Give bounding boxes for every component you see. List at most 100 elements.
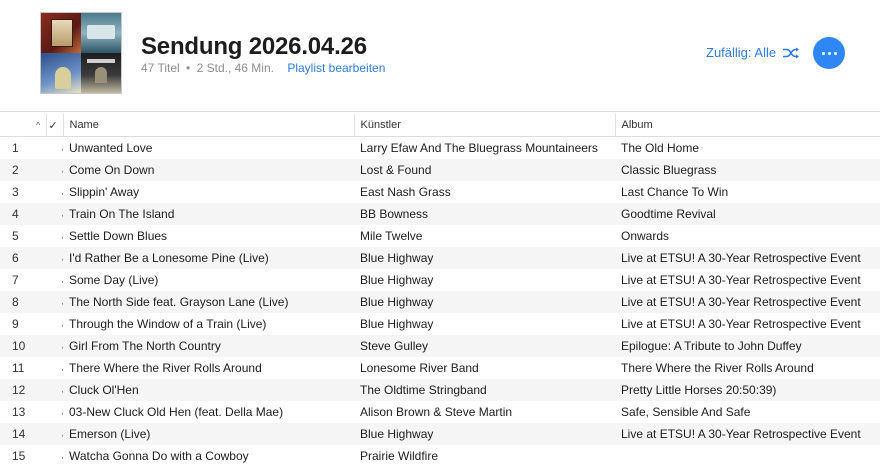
track-checkbox[interactable]: ✓ xyxy=(46,401,63,423)
artist-column-header[interactable]: Künstler xyxy=(354,114,616,137)
track-checkbox[interactable]: ✓ xyxy=(46,247,63,269)
table-row[interactable]: 6 ✓I'd Rather Be a Lonesome Pine (Live)Bl… xyxy=(0,247,880,269)
track-number: 11 xyxy=(12,361,25,375)
table-row[interactable]: 7 ✓ Some Day (Live) Blue Highway Live at ETS… xyxy=(0,269,880,291)
playlist-title: Sendung 2026.04.26 xyxy=(141,33,367,60)
track-artist: Alison Brown & Steve Martin xyxy=(360,405,513,419)
track-checkbox[interactable]: ✓ xyxy=(46,291,63,313)
header-divider xyxy=(0,111,880,112)
table-row[interactable]: 4 ✓Train On The IslandBB BownessGoodtime … xyxy=(0,203,880,225)
checked-column-header[interactable]: ✓ xyxy=(46,114,64,137)
track-artist: Blue Highway xyxy=(360,273,434,287)
track-checkbox[interactable]: ✓ xyxy=(46,137,63,160)
track-artist: Blue Highway xyxy=(354,423,615,445)
track-name: Through the Window of a Train (Live) xyxy=(69,317,267,331)
track-number: 1 xyxy=(12,141,19,155)
checkbox-checked-icon[interactable]: ✓ xyxy=(60,409,63,419)
checkbox-checked-icon[interactable]: ✓ xyxy=(60,321,63,331)
checkbox-checked-icon[interactable]: ✓ xyxy=(60,299,63,309)
track-name: Watcha Gonna Do with a Cowboy xyxy=(69,449,249,463)
track-album xyxy=(615,445,880,467)
checkbox-checked-icon[interactable]: ✓ xyxy=(60,343,63,353)
track-artist: BB Bowness xyxy=(354,203,615,225)
album-cover-1 xyxy=(41,13,81,53)
more-options-button[interactable] xyxy=(813,37,845,69)
table-row[interactable]: 14 ✓Emerson (Live)Blue HighwayLive at ETS… xyxy=(0,423,880,445)
shuffle-label: Zufällig: Alle xyxy=(706,45,777,60)
track-checkbox[interactable]: ✓ xyxy=(46,269,63,291)
table-row[interactable]: 11 ✓ There Where the River Rolls Around Lon… xyxy=(0,357,880,379)
table-row[interactable]: 13 ✓ 03-New Cluck Old Hen (feat. Della Mae… xyxy=(0,401,880,423)
table-row[interactable]: 12 ✓Cluck Ol'HenThe Oldtime StringbandPre… xyxy=(0,379,880,401)
track-number: 13 xyxy=(12,405,26,419)
track-album: Epilogue: A Tribute to John Duffey xyxy=(615,335,880,357)
track-number: 12 xyxy=(0,379,46,401)
track-album: Goodtime Revival xyxy=(615,203,880,225)
track-name: Emerson (Live) xyxy=(63,423,354,445)
album-cover-2 xyxy=(81,13,121,53)
track-album: Live at ETSU! A 30-Year Retrospective Ev… xyxy=(615,247,880,269)
track-name: The North Side feat. Grayson Lane (Live) xyxy=(63,291,354,313)
shuffle-all-button[interactable]: Zufällig: Alle xyxy=(706,45,800,60)
checkbox-checked-icon[interactable]: ✓ xyxy=(60,167,63,177)
track-album: Live at ETSU! A 30-Year Retrospective Ev… xyxy=(621,273,861,287)
table-row[interactable]: 8 ✓The North Side feat. Grayson Lane (Liv… xyxy=(0,291,880,313)
track-checkbox[interactable]: ✓ xyxy=(46,159,63,181)
name-column-header[interactable]: Name xyxy=(63,114,355,137)
info-separator: • xyxy=(186,61,191,75)
track-number: 5 xyxy=(12,229,19,243)
track-artist: Lonesome River Band xyxy=(360,361,479,375)
shuffle-icon xyxy=(782,47,800,59)
track-checkbox[interactable]: ✓ xyxy=(46,203,63,225)
track-number: 7 xyxy=(12,273,19,287)
track-album: Live at ETSU! A 30-Year Retrospective Ev… xyxy=(615,423,880,445)
track-table: ^ ✓ Name Künstler Album 1 ✓ Unwanted Love L… xyxy=(0,114,880,467)
track-checkbox[interactable]: ✓ xyxy=(46,313,63,335)
table-row[interactable]: 2 ✓Come On DownLost & FoundClassic Bluegr… xyxy=(0,159,880,181)
edit-playlist-link[interactable]: Playlist bearbeiten xyxy=(287,61,385,75)
checkbox-checked-icon[interactable]: ✓ xyxy=(60,431,63,441)
track-album: Onwards xyxy=(621,229,670,243)
track-checkbox[interactable]: ✓ xyxy=(46,357,63,379)
track-checkbox[interactable]: ✓ xyxy=(46,181,63,203)
album-column-header[interactable]: Album xyxy=(615,114,880,137)
table-row[interactable]: 5 ✓ Settle Down Blues Mile Twelve Onwards xyxy=(0,225,880,247)
table-row[interactable]: 1 ✓ Unwanted Love Larry Efaw And The Bluegr… xyxy=(0,137,880,160)
checkbox-checked-icon[interactable]: ✓ xyxy=(60,365,63,375)
more-icon-dot xyxy=(821,51,825,55)
checkbox-checked-icon[interactable]: ✓ xyxy=(60,211,63,221)
track-name: Train On The Island xyxy=(63,203,354,225)
table-row[interactable]: 9 ✓ Through the Window of a Train (Live) Bl… xyxy=(0,313,880,335)
track-album: Pretty Little Horses 20:50:39) xyxy=(615,379,880,401)
track-name: Girl From The North Country xyxy=(63,335,354,357)
checkbox-checked-icon[interactable]: ✓ xyxy=(60,277,63,287)
playlist-artwork[interactable] xyxy=(41,13,121,93)
table-row[interactable]: 3 ✓ Slippin' Away East Nash Grass Last Chanc… xyxy=(0,181,880,203)
checkbox-checked-icon[interactable]: ✓ xyxy=(60,453,63,463)
track-album: Last Chance To Win xyxy=(621,185,729,199)
checkbox-checked-icon[interactable]: ✓ xyxy=(60,255,63,265)
checkbox-checked-icon[interactable]: ✓ xyxy=(60,145,63,155)
track-album: Live at ETSU! A 30-Year Retrospective Ev… xyxy=(621,317,861,331)
table-row[interactable]: 15 ✓ Watcha Gonna Do with a Cowboy Prairie … xyxy=(0,445,880,467)
track-artist: Blue Highway xyxy=(354,247,615,269)
checkbox-checked-icon[interactable]: ✓ xyxy=(60,189,63,199)
track-checkbox[interactable]: ✓ xyxy=(46,445,63,467)
track-artist: Blue Highway xyxy=(354,291,615,313)
track-name: Slippin' Away xyxy=(69,185,140,199)
track-checkbox[interactable]: ✓ xyxy=(46,423,63,445)
more-icon-dot xyxy=(827,51,831,55)
track-artist: Steve Gulley xyxy=(354,335,615,357)
track-artist: Prairie Wildfire xyxy=(360,449,439,463)
table-row[interactable]: 10 ✓Girl From The North CountrySteve Gull… xyxy=(0,335,880,357)
checkbox-checked-icon[interactable]: ✓ xyxy=(60,233,63,243)
track-number: 3 xyxy=(12,185,19,199)
track-name: Come On Down xyxy=(63,159,354,181)
track-checkbox[interactable]: ✓ xyxy=(46,225,63,247)
sort-column-header[interactable]: ^ xyxy=(0,114,47,137)
playlist-info: 47 Titel • 2 Std., 46 Min. Playlist bear… xyxy=(141,61,385,75)
track-checkbox[interactable]: ✓ xyxy=(46,335,63,357)
track-artist: Blue Highway xyxy=(360,317,434,331)
track-checkbox[interactable]: ✓ xyxy=(46,379,63,401)
checkbox-checked-icon[interactable]: ✓ xyxy=(60,387,63,397)
